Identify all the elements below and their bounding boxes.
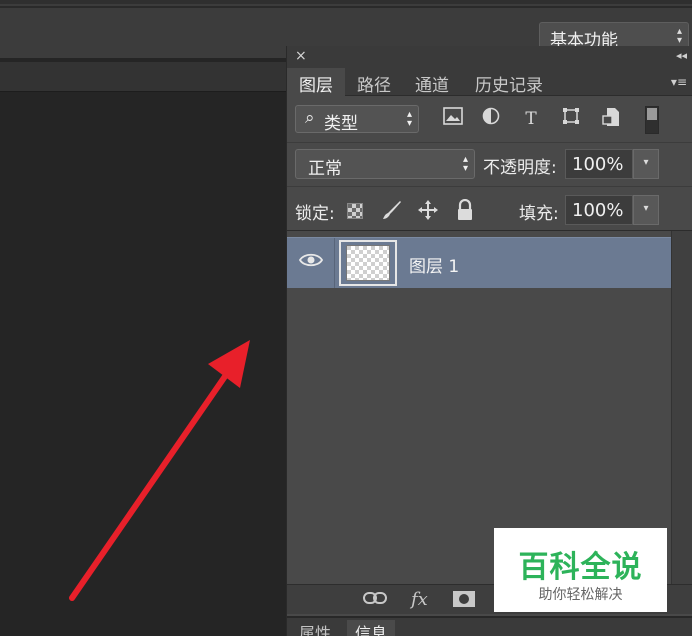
select-arrows-icon: ▴ ▾ [406,109,412,129]
top-divider [0,6,692,8]
type-filter-icon[interactable]: T [519,107,543,131]
select-arrows-icon: ▴ ▾ [676,26,682,46]
smart-object-filter-icon[interactable] [599,107,623,131]
fx-icon[interactable]: fx [411,589,428,610]
lock-image-pixels-icon[interactable] [381,199,403,221]
layer-thumbnail[interactable] [339,240,397,286]
fill-input[interactable]: 100% [565,195,633,225]
opacity-input[interactable]: 100% [565,149,633,179]
blend-mode-select[interactable]: 正常 ▴ ▾ [295,149,475,179]
lock-all-icon[interactable] [454,198,476,221]
filter-kind-select[interactable]: ⌕ 类型 ▴ ▾ [295,105,419,134]
opacity-label: 不透明度: [483,158,557,178]
shape-filter-icon[interactable] [559,107,583,131]
link-icon[interactable] [363,589,387,610]
tab-channels[interactable]: 通道 [403,68,461,96]
tab-history[interactable]: 历史记录 [461,68,557,96]
close-icon[interactable]: × [295,48,307,64]
blend-mode-label: 正常 [308,159,342,179]
panel-header: × ◂◂ [287,46,692,68]
filter-toggle-switch[interactable] [645,106,659,134]
document-tab-strip [0,62,286,92]
lock-row: 锁定: 填充: 100% ▾ [287,187,692,231]
lock-transparent-pixels-icon[interactable] [347,203,363,219]
select-arrows-icon: ▴ ▾ [462,154,468,174]
filter-toggle-knob [647,108,657,120]
mask-icon[interactable] [453,591,475,612]
filter-row: ⌕ 类型 ▴ ▾ T [287,97,692,143]
panel-menu-icon[interactable]: ▾≡ [671,75,687,89]
bottom-panel-tabbar: 属性 信息 [287,616,692,636]
tab-properties[interactable]: 属性 [299,620,331,636]
search-icon: ⌕ [305,108,315,128]
lock-label: 锁定: [295,204,335,224]
collapse-icon[interactable]: ◂◂ [676,49,687,62]
adjustment-filter-icon[interactable] [479,107,503,131]
visibility-eye-icon[interactable] [287,238,335,289]
image-filter-icon[interactable] [441,107,465,131]
layer-name[interactable]: 图层 1 [409,252,459,277]
canvas-area[interactable] [0,93,286,636]
transparency-checker [346,245,390,281]
tab-paths[interactable]: 路径 [345,68,403,96]
tab-info[interactable]: 信息 [347,620,396,636]
watermark-title: 百科全说 [518,550,643,585]
watermark-logo: 百科全说 助你轻松解决 [494,528,667,612]
blend-row: 正常 ▴ ▾ 不透明度: 100% ▾ [287,143,692,187]
panel-tabbar: 图层 路径 通道 历史记录 ▾≡ [287,68,692,96]
tab-layers[interactable]: 图层 [287,68,345,96]
filter-kind-label: 类型 [324,114,358,134]
fill-label: 填充: [519,204,559,224]
watermark-subtitle: 助你轻松解决 [538,587,623,603]
layer-row[interactable]: 图层 1 [287,237,671,289]
layers-scrollbar[interactable] [671,231,692,584]
lock-position-icon[interactable] [417,199,439,221]
fill-dropdown-button[interactable]: ▾ [633,195,659,225]
opacity-dropdown-button[interactable]: ▾ [633,149,659,179]
